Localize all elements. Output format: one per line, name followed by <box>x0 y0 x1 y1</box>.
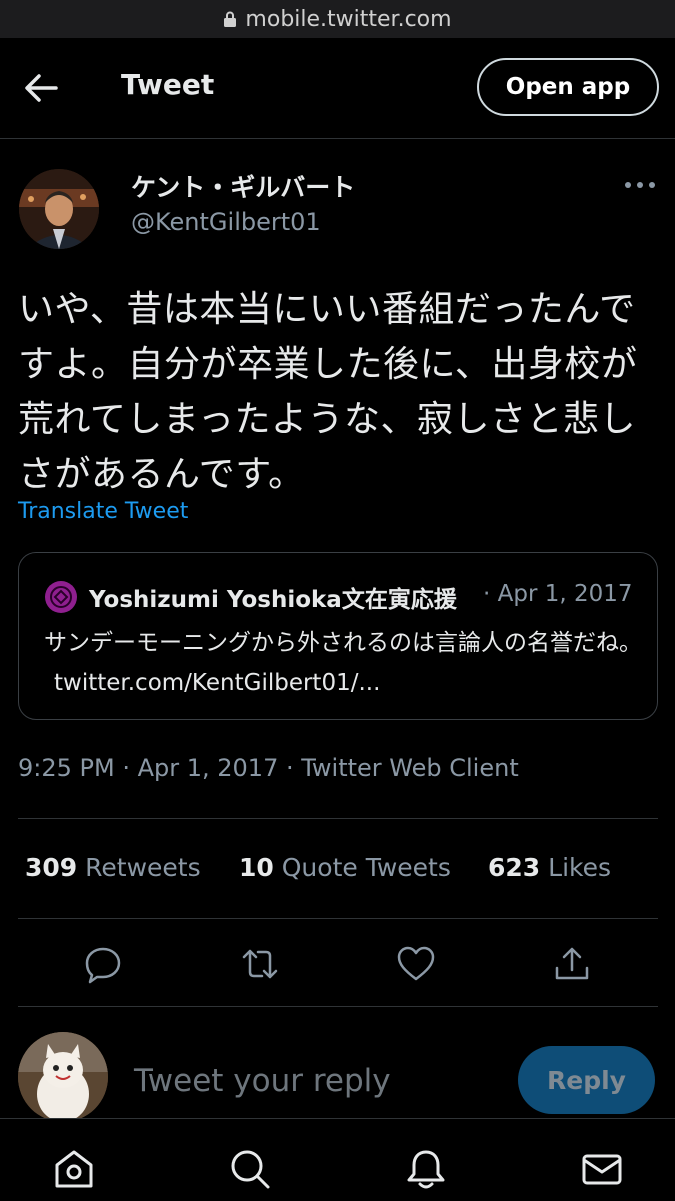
reply-input[interactable]: Tweet your reply <box>134 1063 391 1099</box>
bottom-navigation <box>0 1118 675 1201</box>
browser-url-bar[interactable]: mobile.twitter.com <box>0 0 675 38</box>
likes-stat[interactable]: 623 Likes <box>488 853 611 882</box>
quoted-tweet-link[interactable]: twitter.com/KentGilbert01/... <box>44 670 380 696</box>
retweets-stat[interactable]: 309 Retweets <box>25 853 201 882</box>
search-icon[interactable] <box>228 1147 272 1191</box>
home-icon[interactable] <box>52 1147 96 1191</box>
open-app-button[interactable]: Open app <box>477 58 659 116</box>
reply-icon[interactable] <box>83 944 123 984</box>
divider <box>18 918 658 919</box>
lock-icon <box>224 11 237 27</box>
current-user-photo <box>18 1032 108 1122</box>
author-photo <box>19 169 99 249</box>
reply-button[interactable]: Reply <box>518 1046 655 1114</box>
quote-tweets-stat[interactable]: 10 Quote Tweets <box>239 853 451 882</box>
more-options-icon[interactable] <box>624 178 656 192</box>
divider <box>18 1006 658 1007</box>
retweet-icon[interactable] <box>240 944 280 984</box>
quoted-tweet-card[interactable]: Yoshizumi Yoshioka文在寅応援 · Apr 1, 2017 サン… <box>18 552 658 720</box>
quote-tweets-count: 10 <box>239 853 274 882</box>
quoted-author-avatar <box>45 581 77 613</box>
likes-count: 623 <box>488 853 541 882</box>
retweets-count: 309 <box>25 853 78 882</box>
current-user-avatar[interactable] <box>18 1032 108 1122</box>
back-arrow-icon[interactable] <box>22 72 60 104</box>
tweet-text: いや、昔は本当にいい番組だったんですよ。自分が卒業した後に、出身校が荒れてしまっ… <box>18 289 638 495</box>
tweet-header: Tweet Open app <box>0 38 675 139</box>
quoted-tweet-text: サンデーモーニングから外されるのは言論人の名誉だね。 twitter.com/Ke… <box>44 623 644 703</box>
quote-tweets-label: Quote Tweets <box>281 853 451 882</box>
likes-label: Likes <box>548 853 612 882</box>
messages-icon[interactable] <box>580 1147 624 1191</box>
quoted-author-name: Yoshizumi Yoshioka文在寅応援 <box>89 587 457 613</box>
share-icon[interactable] <box>552 944 592 984</box>
page-title: Tweet <box>121 68 215 101</box>
author-display-name[interactable]: ケント・ギルバート <box>131 168 355 204</box>
retweets-label: Retweets <box>85 853 201 882</box>
divider <box>18 818 658 819</box>
quoted-tweet-date: · Apr 1, 2017 <box>483 581 633 607</box>
translate-tweet-link[interactable]: Translate Tweet <box>18 499 188 524</box>
tweet-timestamp-source: 9:25 PM · Apr 1, 2017 · Twitter Web Clie… <box>18 754 519 782</box>
reply-composer: Tweet your reply Reply <box>0 1008 675 1122</box>
author-avatar[interactable] <box>19 169 99 249</box>
author-handle[interactable]: @KentGilbert01 <box>131 208 321 236</box>
url-text: mobile.twitter.com <box>245 6 452 32</box>
like-icon[interactable] <box>396 944 436 984</box>
quoted-tweet-body: サンデーモーニングから外されるのは言論人の名誉だね。 <box>44 630 642 656</box>
notifications-icon[interactable] <box>404 1147 448 1191</box>
